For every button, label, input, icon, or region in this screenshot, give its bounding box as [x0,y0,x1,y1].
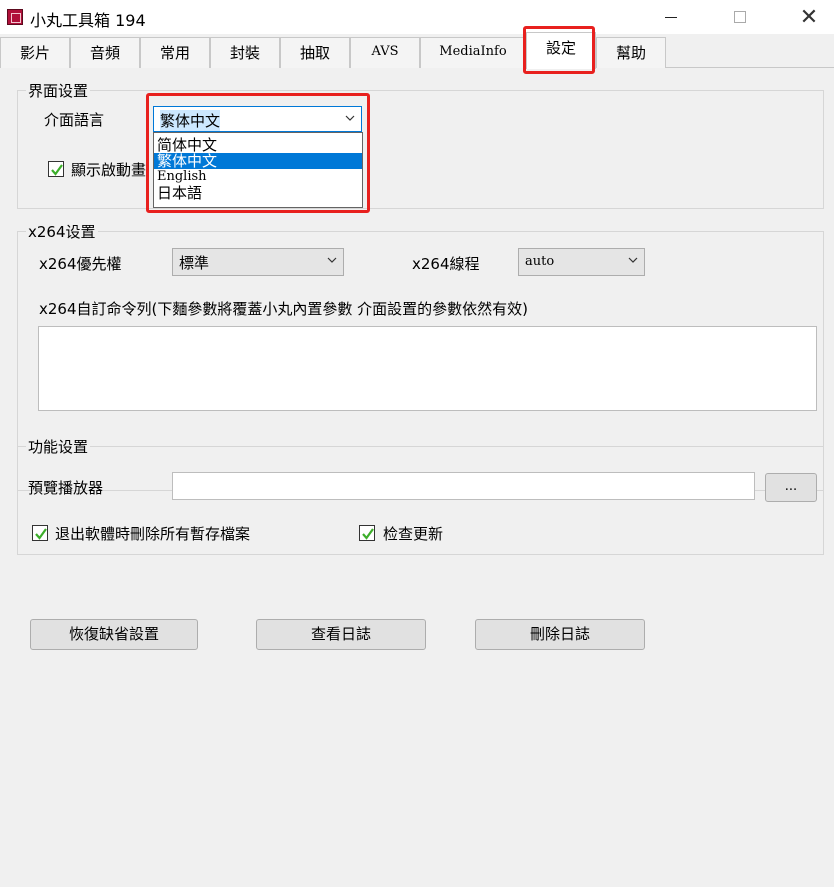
check-update-checkbox[interactable] [359,525,375,541]
tab-settings[interactable]: 設定 [526,32,596,69]
restore-defaults-button[interactable]: 恢復缺省設置 [30,619,198,650]
custom-cmd-label: x264自訂命令列(下麵參數將覆蓋小丸內置參數 介面設置的參數依然有效) [39,300,528,318]
delete-log-button[interactable]: 刪除日誌 [475,619,645,650]
app-icon [7,9,23,25]
priority-label: x264優先權 [39,255,122,273]
tab-mediainfo[interactable]: MediaInfo [420,37,526,68]
check-icon [51,164,63,176]
window-title: 小丸工具箱 194 [30,11,146,30]
chevron-down-icon [327,257,337,263]
priority-select-value: 標準 [179,254,210,272]
ui-settings-group: 界面设置 介面語言 顯示啟動畫 [17,80,824,209]
player-label: 預覽播放器 [28,479,104,497]
ui-settings-title: 界面设置 [26,80,91,101]
tab-video[interactable]: 影片 [0,37,70,68]
threads-select-value: auto [525,254,555,269]
language-select[interactable]: 繁体中文 [153,106,362,132]
language-dropdown: 简体中文 繁体中文 English 日本語 [153,132,363,208]
check-icon [35,528,47,540]
title-bar: 小丸工具箱 194 ✕ [0,0,834,34]
check-icon [362,528,374,540]
x264-settings-title: x264设置 [26,221,98,242]
language-option-japanese[interactable]: 日本語 [154,185,362,201]
tab-extract[interactable]: 抽取 [280,37,350,68]
priority-select[interactable]: 標準 [172,248,344,276]
threads-label: x264線程 [412,255,480,273]
chevron-down-icon [345,115,355,121]
delete-temp-label: 退出軟體時刪除所有暫存檔案 [55,525,251,543]
language-select-value: 繁体中文 [160,110,221,131]
maximize-button[interactable] [717,2,763,32]
threads-select[interactable]: auto [518,248,645,276]
maximize-icon [734,11,746,23]
minimize-button[interactable] [648,2,694,32]
chevron-down-icon [628,257,638,263]
custom-cmd-input[interactable] [38,326,817,411]
splash-checkbox[interactable] [48,161,64,177]
player-path-input[interactable] [172,472,755,500]
tab-help[interactable]: 幫助 [596,37,666,68]
tab-common[interactable]: 常用 [140,37,210,68]
language-option-simplified[interactable]: 简体中文 [154,137,362,153]
language-option-english[interactable]: English [154,169,362,185]
splash-label: 顯示啟動畫 [71,161,147,179]
tab-avs[interactable]: AVS [350,37,420,68]
close-button[interactable]: ✕ [786,2,832,32]
settings-pane: 界面设置 介面語言 顯示啟動畫 繁体中文 简体中文 繁体中文 English 日… [0,68,834,887]
view-log-button[interactable]: 查看日誌 [256,619,426,650]
language-option-traditional[interactable]: 繁体中文 [154,153,362,169]
check-update-label: 检查更新 [383,525,444,543]
tab-audio[interactable]: 音頻 [70,37,140,68]
browse-button[interactable]: ... [765,473,817,502]
close-icon: ✕ [799,4,819,30]
tab-mux[interactable]: 封裝 [210,37,280,68]
delete-temp-checkbox[interactable] [32,525,48,541]
language-label: 介面語言 [44,111,105,129]
minimize-icon [665,16,677,18]
function-settings-title: 功能设置 [26,436,91,457]
